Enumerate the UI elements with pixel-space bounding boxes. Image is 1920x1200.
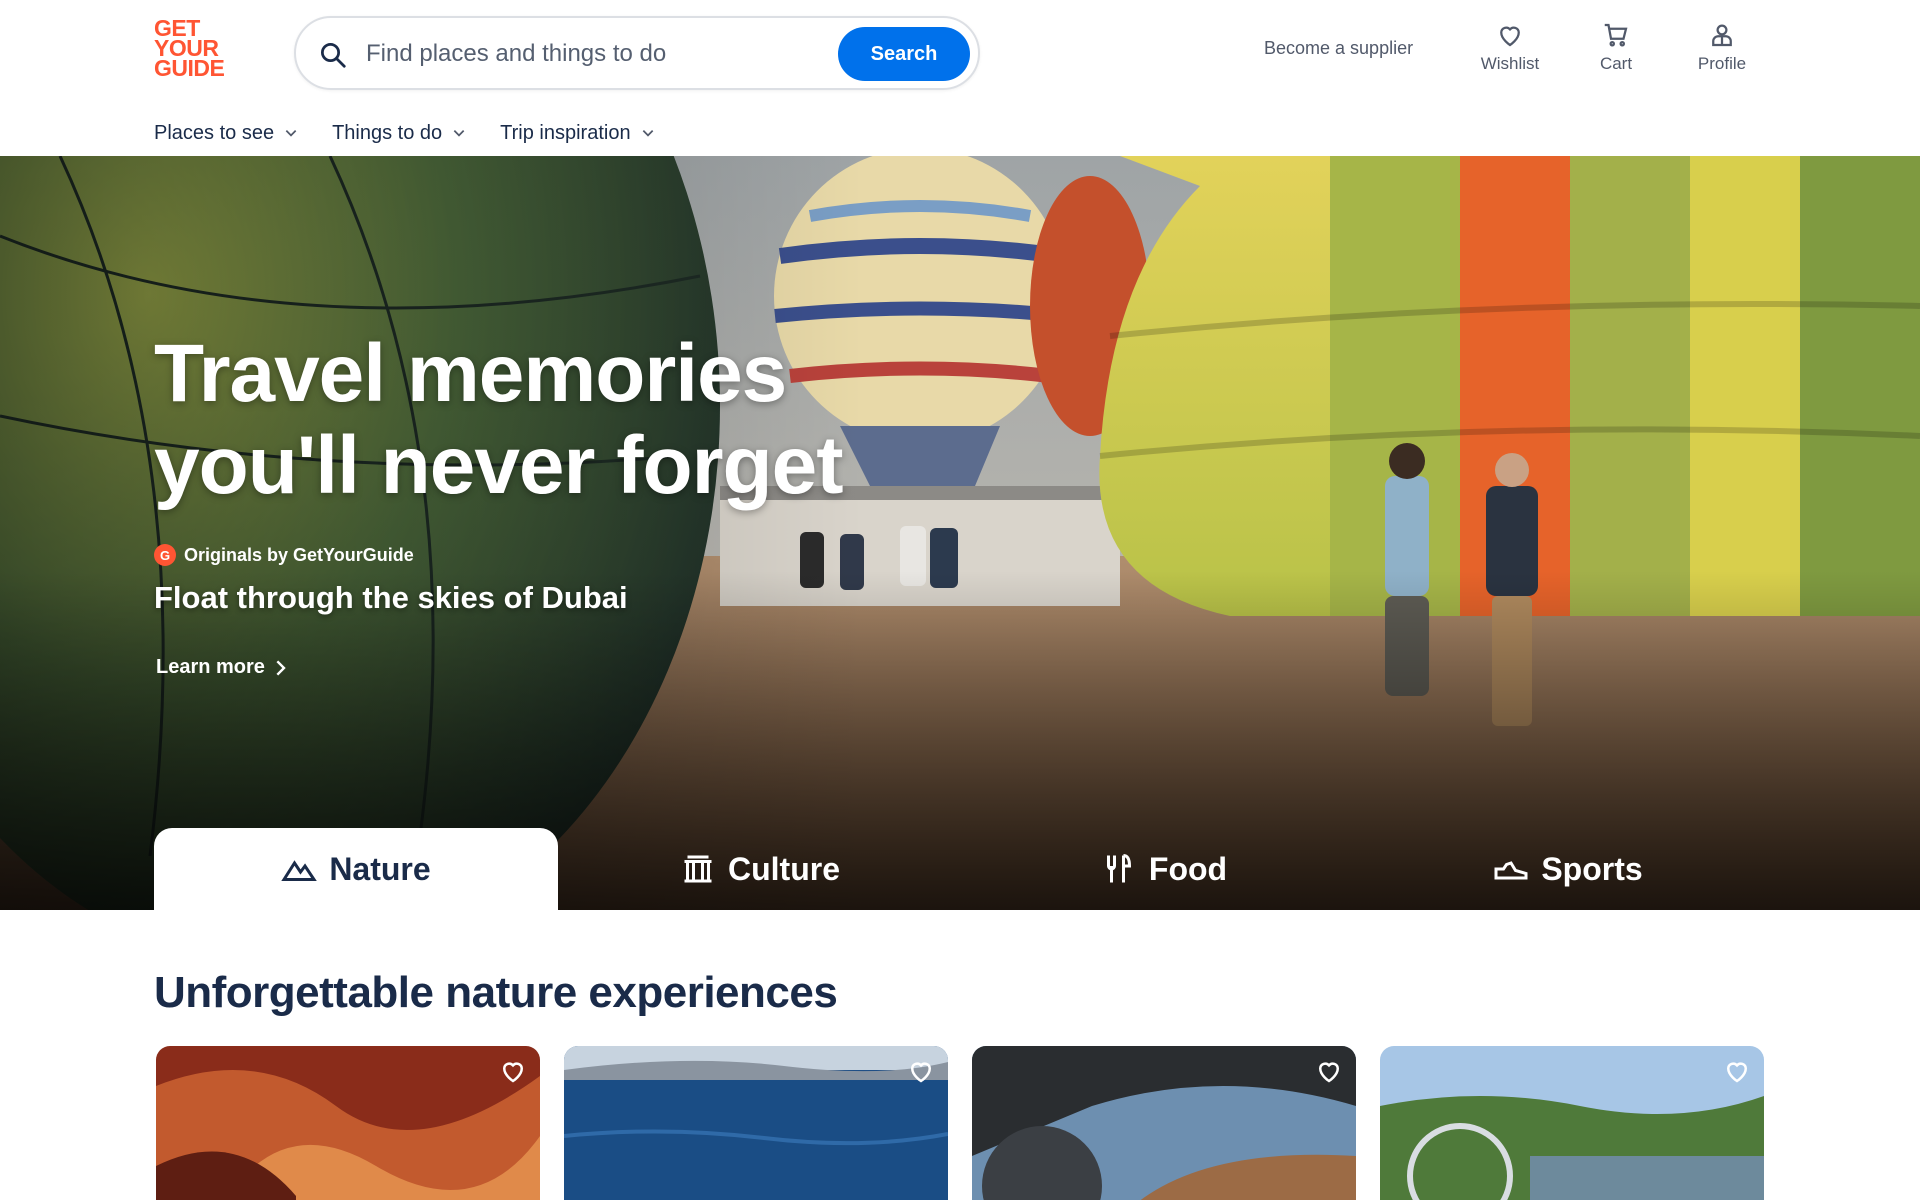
profile-button[interactable]: Profile [1682, 20, 1762, 74]
tab-culture[interactable]: Culture [558, 828, 962, 910]
brand-logo[interactable]: GET YOUR GUIDE [154, 17, 234, 81]
heart-icon [1500, 26, 1520, 47]
main-nav: Places to see Things to do Trip inspirat… [154, 118, 655, 148]
hero-title: Travel memories you'll never forget [154, 328, 1054, 512]
nav-label: Places to see [154, 121, 275, 144]
heart-icon [502, 1062, 524, 1083]
heart-icon [910, 1062, 932, 1083]
temple-icon [684, 855, 712, 883]
wishlist-button[interactable]: Wishlist [1470, 20, 1550, 74]
become-supplier-link[interactable]: Become a supplier [1264, 38, 1413, 59]
search-button[interactable]: Search [838, 27, 970, 81]
cart-button[interactable]: Cart [1576, 20, 1656, 74]
originals-badge: G Originals by GetYourGuide [154, 544, 414, 566]
hero-title-line-2: you'll never forget [154, 420, 844, 511]
wishlist-label: Wishlist [1480, 54, 1540, 73]
wishlist-heart-button[interactable] [496, 1054, 530, 1088]
heart-icon [1726, 1062, 1748, 1083]
card-image [1380, 1046, 1764, 1200]
nav-trip-inspiration[interactable]: Trip inspiration [500, 118, 654, 148]
tab-label: Sports [1541, 850, 1643, 887]
heart-icon [1318, 1062, 1340, 1083]
nav-label: Things to do [332, 121, 443, 144]
tab-label: Food [1148, 850, 1228, 887]
experience-card[interactable] [564, 1046, 948, 1200]
wishlist-heart-button[interactable] [1720, 1054, 1754, 1088]
profile-icon [1712, 24, 1732, 47]
learn-more-label: Learn more [156, 656, 265, 678]
search-icon [321, 43, 346, 68]
chevron-down-icon [642, 130, 653, 137]
mountain-icon [281, 860, 318, 881]
logo-line-3: GUIDE [154, 55, 225, 81]
hero-subtitle: Float through the skies of Dubai [154, 580, 628, 615]
search-input[interactable] [366, 36, 806, 72]
learn-more-link[interactable]: Learn more [156, 656, 287, 679]
hero-title-line-1: Travel memories [154, 328, 787, 419]
fork-knife-icon [1106, 854, 1131, 883]
hero-image [0, 156, 1920, 910]
nav-label: Trip inspiration [500, 121, 631, 144]
experience-card[interactable] [972, 1046, 1356, 1200]
experience-card[interactable] [156, 1046, 540, 1200]
tab-sports[interactable]: Sports [1366, 828, 1770, 910]
card-image [564, 1046, 948, 1200]
cart-label: Cart [1599, 54, 1633, 73]
card-image [972, 1046, 1356, 1200]
profile-label: Profile [1697, 54, 1747, 73]
tab-label: Culture [728, 850, 840, 887]
search-bar: Search [294, 16, 980, 90]
section-title: Unforgettable nature experiences [154, 968, 838, 1017]
hero-banner: Travel memories you'll never forget G Or… [0, 156, 1920, 910]
originals-label: Originals by GetYourGuide [184, 544, 414, 565]
tab-label: Nature [329, 850, 431, 887]
chevron-down-icon [453, 130, 465, 137]
sneaker-icon [1494, 861, 1528, 880]
card-image [156, 1046, 540, 1200]
originals-logo-icon: G [154, 544, 176, 566]
site-header: GET YOUR GUIDE Search Become a supplier … [0, 0, 1920, 156]
experience-card[interactable] [1380, 1046, 1764, 1200]
category-tabs: Nature Culture Food Sports [154, 828, 1766, 910]
tab-food[interactable]: Food [962, 828, 1366, 910]
wishlist-heart-button[interactable] [904, 1054, 938, 1088]
chevron-down-icon [285, 130, 297, 137]
cart-icon [1604, 23, 1628, 47]
tab-nature[interactable]: Nature [154, 828, 558, 910]
nav-things-to-do[interactable]: Things to do [332, 118, 466, 148]
nav-places-to-see[interactable]: Places to see [154, 118, 298, 148]
wishlist-heart-button[interactable] [1312, 1054, 1346, 1088]
chevron-right-icon [276, 659, 286, 676]
